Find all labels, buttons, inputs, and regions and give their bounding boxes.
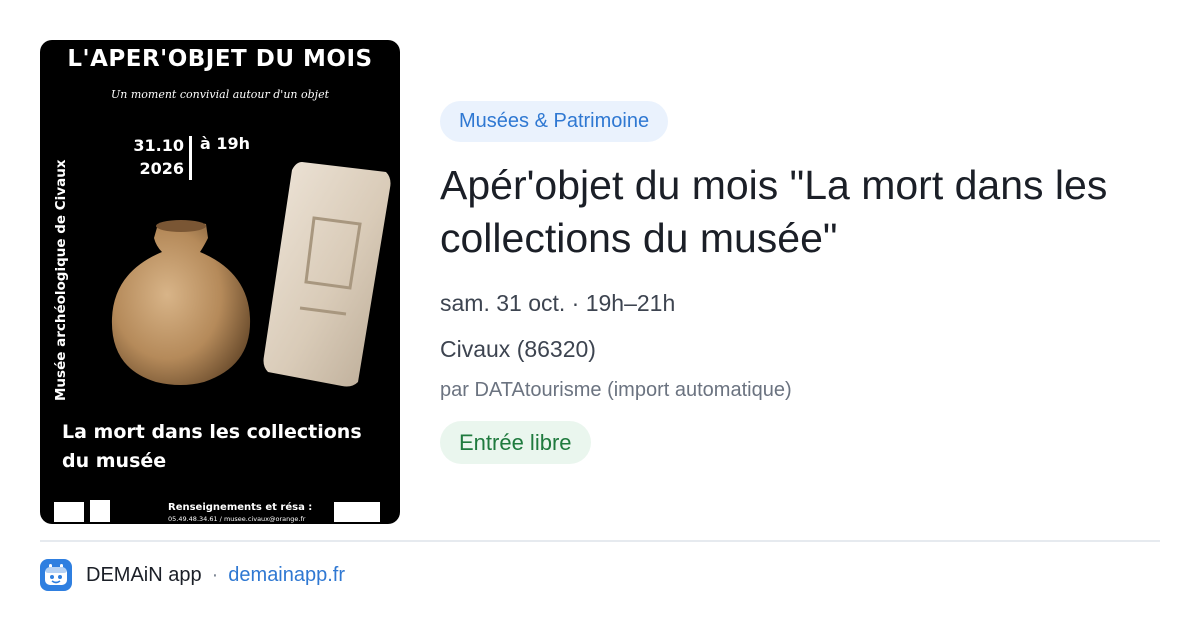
poster-logo-civaux — [54, 502, 84, 522]
poster-stone-illustration — [263, 162, 391, 387]
app-name: DEMAiN app — [86, 563, 202, 586]
event-datetime: sam. 31 oct. · 19h–21h — [440, 290, 676, 316]
event-poster-image: L'APER'OBJET DU MOIS Un moment convivial… — [40, 40, 400, 524]
app-website-link[interactable]: demainapp.fr — [228, 564, 345, 587]
poster-title: L'APER'OBJET DU MOIS — [67, 46, 373, 72]
category-badge[interactable]: Musées & Patrimoine — [440, 101, 669, 142]
footer-divider — [40, 540, 1160, 542]
poster-logo-museum — [334, 502, 380, 522]
footer: DEMAiN app · demainapp.fr — [40, 558, 345, 592]
poster-info-label: Renseignements et résa : — [168, 502, 313, 513]
poster-date-day: 31.10 — [133, 136, 184, 155]
price-badge: Entrée libre — [440, 421, 591, 464]
poster-date: 31.10 2026 — [126, 134, 184, 180]
demain-app-icon — [40, 559, 72, 591]
app-logo-icon — [45, 564, 67, 585]
poster-time: à 19h — [200, 134, 251, 153]
event-title: Apér'objet du mois "La mort dans les col… — [440, 162, 1108, 261]
event-location: Civaux (86320) — [440, 336, 596, 362]
poster-date-divider — [189, 136, 192, 180]
poster-vase-illustration — [111, 220, 251, 385]
poster-subject: La mort dans les collections du musée — [62, 421, 362, 472]
poster-date-year: 2026 — [139, 159, 184, 178]
footer-separator: · — [211, 563, 219, 586]
poster-subtitle: Un moment convivial autour d'un objet — [110, 88, 329, 101]
poster-logo-partner — [90, 500, 110, 522]
poster-museum-name: Musée archéologique de Civaux — [53, 159, 69, 401]
poster-info-contact: 05.49.48.34.61 / musee.civaux@orange.fr — [168, 515, 306, 523]
event-source: par DATAtourisme (import automatique) — [440, 379, 792, 401]
